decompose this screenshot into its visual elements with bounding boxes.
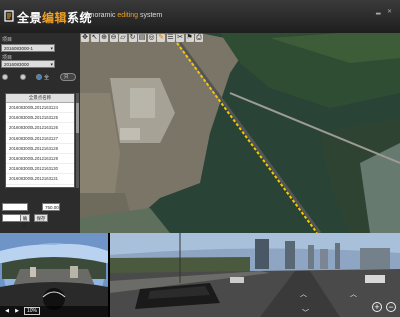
satellite-map[interactable] (80, 33, 400, 233)
minimize-icon[interactable]: ▂ (376, 8, 381, 15)
list-item[interactable]: 2016083000L2012163132 (6, 185, 74, 188)
pin-icon[interactable]: ✎ (157, 34, 165, 42)
zoom-out-icon[interactable]: ⊖ (109, 34, 118, 42)
print-icon[interactable]: ⎙ (195, 34, 203, 42)
only-toggle[interactable]: 只 (60, 73, 76, 81)
measure-icon[interactable]: ▱ (119, 34, 127, 42)
chevron-down-icon: ▾ (50, 62, 53, 68)
title-cn-part-a: 全景 (17, 11, 43, 25)
next-icon[interactable]: ▶ (13, 307, 21, 315)
select-icon[interactable]: ↖ (90, 34, 99, 42)
title-cn-part-b: 编辑 (42, 11, 68, 25)
list-item[interactable]: 2016083000L2012163128 (6, 144, 74, 154)
panorama-toolbar: ◀ ▶ 10% (0, 306, 108, 317)
list-item[interactable]: 2016083000L2012163130 (6, 164, 74, 175)
list-item[interactable]: 2016083000L2012163125 (6, 113, 74, 124)
refresh-icon[interactable]: ↻ (128, 34, 137, 42)
list-body: 2016083000L2012163124 2016083000L20121631… (6, 103, 74, 188)
street-view-image (110, 233, 400, 317)
list-item[interactable]: 2016083000L2012163131 (6, 174, 74, 185)
radio-b[interactable] (20, 74, 26, 80)
project-select-b-value: 2016083000 (4, 62, 30, 67)
layers-icon[interactable]: ▤ (138, 34, 146, 42)
zoom-in-icon[interactable]: ⊕ (100, 34, 108, 42)
map-toolbar: ✥ ↖ ⊕ ⊖ ▱ ↻ ▤ ◎ ✎ ☰ ✂ ⚑ ⎙ (81, 34, 221, 42)
radio-c[interactable] (36, 74, 42, 80)
bottom-controls: 750.00 确定 保存 (0, 196, 80, 233)
fisheye-image (0, 233, 108, 317)
project-label-a: 项目 (2, 37, 13, 43)
toggle-label: 只 (64, 74, 69, 79)
zoom-level: 10% (24, 307, 40, 315)
ruler-icon[interactable]: ✂ (176, 34, 184, 42)
panorama-point-list: 全景点名称 2016083000L2012163124 2016083000L20… (5, 93, 75, 188)
flag-icon[interactable]: ⚑ (185, 34, 194, 42)
pan-icon[interactable]: ✥ (81, 34, 89, 42)
project-select-a[interactable]: 2016083000-1 ▾ (1, 44, 55, 52)
zoom-in-button[interactable]: + (372, 302, 382, 312)
chevron-down-icon: ▾ (50, 46, 53, 52)
close-icon[interactable]: ✕ (387, 8, 392, 15)
list-item[interactable]: 2016083000L2012163126 (6, 123, 74, 134)
list-header: 全景点名称 (6, 94, 74, 103)
prev-icon[interactable]: ◀ (3, 307, 11, 315)
save-button[interactable]: 保存 (34, 214, 48, 222)
list-item[interactable]: 2016083000L2012163124 (6, 103, 74, 114)
arrow-down-icon[interactable]: ﹀ (302, 308, 309, 317)
logo-icon (4, 10, 14, 22)
app-title-en: Panoramic editing system (82, 12, 162, 19)
confirm-button[interactable]: 确定 (20, 214, 30, 228)
list-scroll-thumb[interactable] (76, 103, 79, 133)
globe-icon[interactable]: ◎ (147, 34, 156, 42)
radio-c-label: 全 (44, 75, 50, 81)
height-input[interactable]: 750.00 (42, 203, 60, 211)
list-scrollbar[interactable] (76, 93, 79, 188)
title-bar: 全景编辑系统 Panoramic editing system ▂ ✕ (0, 0, 400, 34)
arrow-right-icon[interactable]: ︿ (350, 289, 357, 299)
title-en-part-c: system (138, 12, 163, 19)
satellite-image (80, 33, 400, 233)
app-title-cn: 全景编辑系统 (17, 9, 92, 26)
title-en-part-b: editing (117, 12, 139, 19)
project-select-b[interactable]: 2016083000 ▾ (1, 60, 55, 68)
arrow-up-icon[interactable]: ︿ (300, 289, 307, 299)
list-icon[interactable]: ☰ (166, 34, 175, 42)
street-panorama[interactable]: ︿ ﹀ ︿ (110, 233, 400, 317)
value-input[interactable] (2, 203, 28, 211)
project-select-a-value: 2016083000-1 (4, 46, 34, 51)
fisheye-panorama[interactable]: ◀ ▶ 10% (0, 233, 110, 317)
zoom-out-button[interactable]: − (386, 302, 396, 312)
title-en-part-a: Panoramic (82, 12, 118, 19)
mode-radio-group: 全 只 (2, 73, 78, 81)
radio-a[interactable] (2, 74, 8, 80)
list-item[interactable]: 2016083000L2012163127 (6, 134, 74, 144)
list-item[interactable]: 2016083000L2012163129 (6, 154, 74, 165)
